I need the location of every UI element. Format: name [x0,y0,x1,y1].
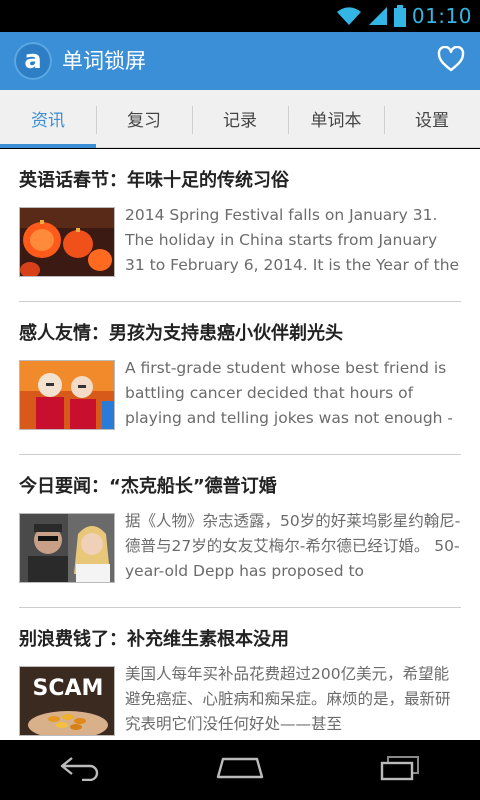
tab-wordbook[interactable]: 单词本 [288,90,384,147]
app-bar: a 单词锁屏 [0,32,480,90]
list-item[interactable]: 英语话春节：年味十足的传统习俗 2014 Spring Festival fal… [19,149,461,302]
tab-records[interactable]: 记录 [192,90,288,147]
wifi-icon [336,6,362,26]
system-nav-bar [0,740,480,800]
article-title: 英语话春节：年味十足的传统习俗 [19,170,289,191]
back-arrow-icon [58,755,102,785]
article-thumbnail [19,513,115,583]
home-icon [215,756,265,784]
article-title: 今日要闻：“杰克船长”德普订婚 [19,476,277,497]
app-logo[interactable]: a [14,42,52,80]
article-thumbnail [19,360,115,430]
article-snippet: 据《人物》杂志透露，50岁的好莱坞影星约翰尼-德普与27岁的女友艾梅尔-希尔德已… [125,512,461,580]
news-list[interactable]: 英语话春节：年味十足的传统习俗 2014 Spring Festival fal… [0,149,480,740]
heart-icon [437,45,465,76]
tab-settings[interactable]: 设置 [384,90,480,147]
status-icons: 01:10 [336,0,472,32]
home-button[interactable] [200,740,280,800]
tab-news[interactable]: 资讯 [0,90,96,148]
list-item[interactable]: 别浪费钱了：补充维生素根本没用 SCAM 美国人每年买补品花费超过200亿美元，… [19,608,461,740]
signal-icon [368,6,388,26]
tab-review[interactable]: 复习 [96,90,192,147]
article-snippet: 美国人每年买补品花费超过200亿美元，希望能避免癌症、心脏病和痴呆症。麻烦的是，… [125,665,451,733]
clock-time: 01:10 [411,4,472,28]
article-title: 别浪费钱了：补充维生素根本没用 [19,629,289,650]
article-snippet: 2014 Spring Festival falls on January 31… [125,206,460,274]
article-title: 感人友情：男孩为支持患癌小伙伴剃光头 [19,323,343,344]
app-logo-letter: a [24,44,42,75]
article-thumbnail: SCAM [19,666,115,736]
battery-icon [393,5,406,27]
app-title: 单词锁屏 [62,49,146,73]
back-button[interactable] [40,740,120,800]
list-item[interactable]: 感人友情：男孩为支持患癌小伙伴剃光头 A first-grade student… [19,302,461,455]
favorite-button[interactable] [436,45,466,76]
tab-bar: 资讯 复习 记录 单词本 设置 [0,90,480,148]
recent-apps-button[interactable] [360,740,440,800]
article-snippet: A first-grade student whose best friend … [125,359,454,427]
status-bar: 01:10 [0,0,480,32]
list-item[interactable]: 今日要闻：“杰克船长”德普订婚 据《人物》杂志透露，50岁的好莱坞影星约翰尼-德… [19,455,461,608]
article-thumbnail [19,207,115,277]
thumbnail-scam-text: SCAM [33,676,104,701]
recent-apps-icon [378,755,422,785]
